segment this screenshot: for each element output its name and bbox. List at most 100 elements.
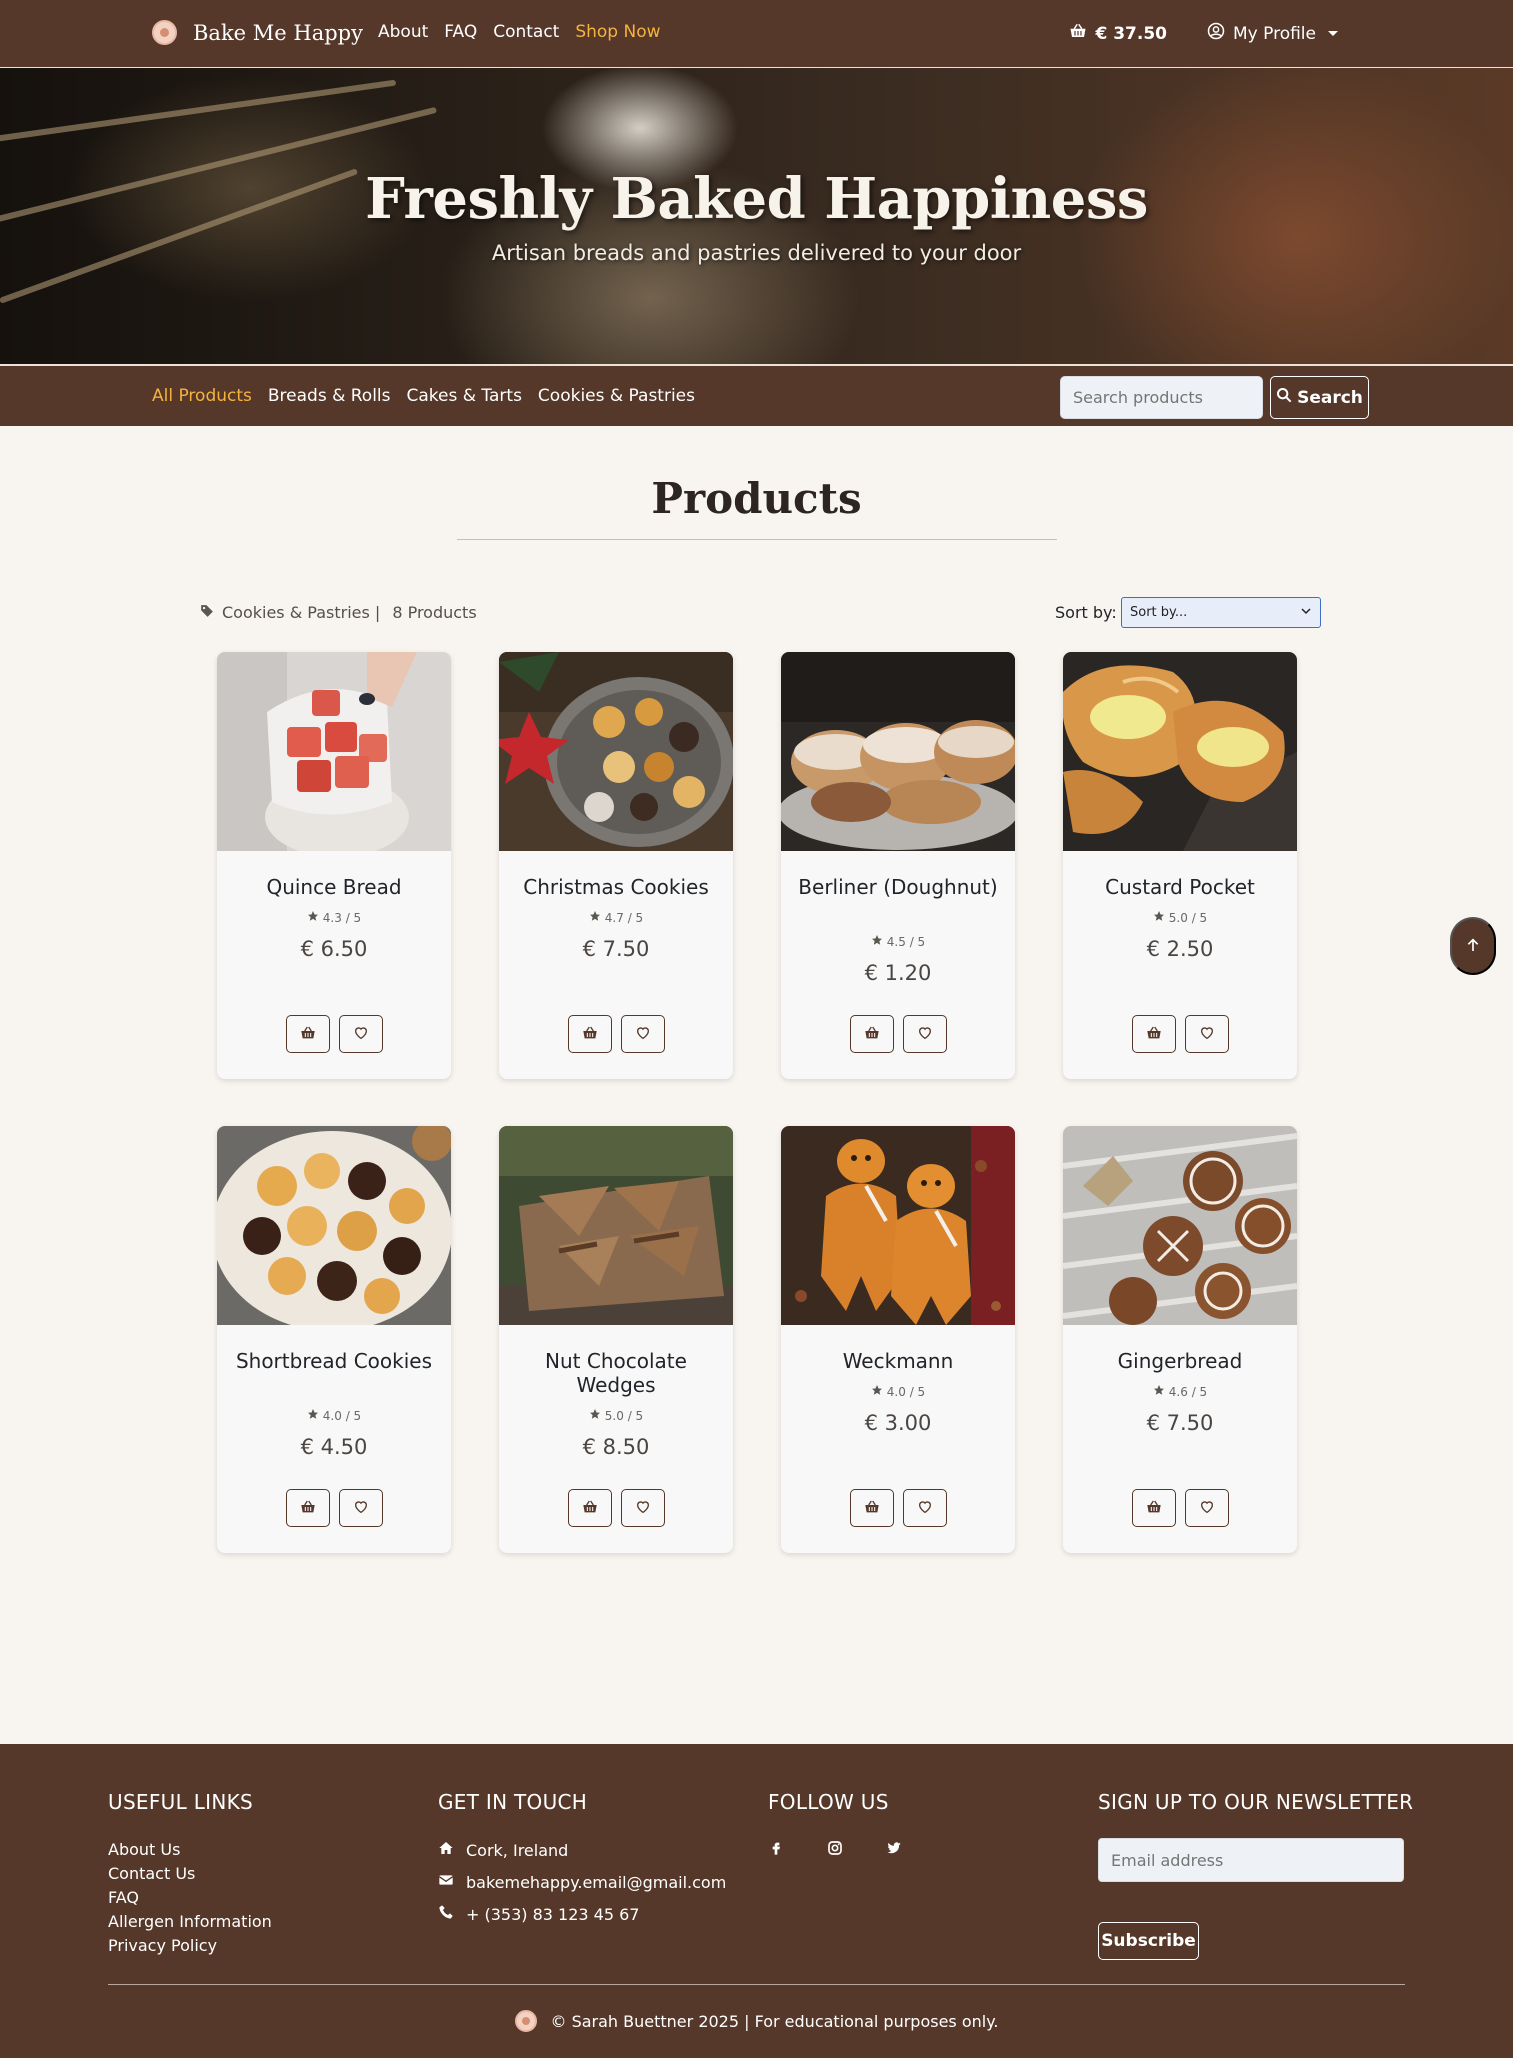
product-image-quince-bread[interactable] <box>217 652 451 851</box>
twitter-icon[interactable] <box>886 1840 902 1860</box>
chevron-down-icon <box>1328 31 1338 36</box>
search-button[interactable]: Search <box>1270 376 1369 419</box>
add-to-favorites-button[interactable] <box>902 1489 947 1527</box>
add-to-favorites-button[interactable] <box>1184 1489 1229 1527</box>
footer-heading: USEFUL LINKS <box>108 1790 254 1814</box>
product-image-christmas-cookies[interactable] <box>499 652 733 851</box>
add-to-favorites-button[interactable] <box>620 1015 665 1053</box>
add-to-basket-button[interactable] <box>849 1015 894 1053</box>
product-image-nut-chocolate-wedges[interactable] <box>499 1126 733 1325</box>
card-actions <box>1063 1015 1297 1053</box>
product-card[interactable]: Gingerbread 4.6 / 5 € 7.50 <box>1063 1126 1297 1553</box>
add-to-basket-button[interactable] <box>849 1489 894 1527</box>
rating-value: 4.0 / 5 <box>886 1384 926 1399</box>
rating-value: 4.0 / 5 <box>322 1408 362 1423</box>
heart-icon <box>1199 1025 1215 1044</box>
star-icon <box>307 1408 319 1423</box>
search-input[interactable] <box>1060 376 1263 419</box>
star-icon <box>307 910 319 925</box>
brand-name: Bake Me Happy <box>193 20 363 45</box>
facebook-icon[interactable] <box>768 1840 784 1860</box>
product-card[interactable]: Quince Bread 4.3 / 5 € 6.50 <box>217 652 451 1079</box>
add-to-favorites-button[interactable] <box>338 1015 383 1053</box>
top-navbar: Bake Me Happy About FAQ Contact Shop Now… <box>0 0 1513 68</box>
sort-select-value: Sort by... <box>1130 605 1188 620</box>
nav-link-shop-now[interactable]: Shop Now <box>575 22 660 42</box>
basket-icon <box>864 1499 880 1518</box>
category-all-products[interactable]: All Products <box>152 386 252 406</box>
home-icon <box>438 1840 454 1860</box>
card-actions <box>781 1489 1015 1527</box>
nav-link-about[interactable]: About <box>378 22 428 42</box>
copyright-text: © Sarah Buettner 2025 | For educational … <box>550 2011 999 2031</box>
product-image-berliner[interactable] <box>781 652 1015 851</box>
add-to-basket-button[interactable] <box>285 1015 330 1053</box>
product-image-gingerbread[interactable] <box>1063 1126 1297 1325</box>
subscribe-button[interactable]: Subscribe <box>1098 1922 1199 1960</box>
heart-icon <box>917 1499 933 1518</box>
add-to-basket-button[interactable] <box>1131 1489 1176 1527</box>
cart-button[interactable]: € 37.50 <box>1069 22 1167 45</box>
card-actions <box>1063 1489 1297 1527</box>
card-actions <box>217 1489 451 1527</box>
product-card[interactable]: Christmas Cookies 4.7 / 5 € 7.50 <box>499 652 733 1079</box>
add-to-favorites-button[interactable] <box>1184 1015 1229 1053</box>
newsletter-email-input[interactable] <box>1098 1838 1404 1882</box>
add-to-basket-button[interactable] <box>285 1489 330 1527</box>
product-price: € 6.50 <box>300 937 368 961</box>
add-to-basket-button[interactable] <box>1131 1015 1176 1053</box>
product-card[interactable]: Nut Chocolate Wedges 5.0 / 5 € 8.50 <box>499 1126 733 1553</box>
brand[interactable]: Bake Me Happy <box>152 20 363 45</box>
product-image-custard-pocket[interactable] <box>1063 652 1297 851</box>
contact-phone-text: + (353) 83 123 45 67 <box>466 1904 640 1924</box>
instagram-icon[interactable] <box>827 1840 843 1860</box>
product-card[interactable]: Shortbread Cookies 4.0 / 5 € 4.50 <box>217 1126 451 1553</box>
sort-select[interactable]: Sort by... <box>1121 597 1321 628</box>
product-name: Christmas Cookies <box>523 875 709 899</box>
add-to-basket-button[interactable] <box>567 1489 612 1527</box>
product-price: € 2.50 <box>1146 937 1214 961</box>
product-card[interactable]: Custard Pocket 5.0 / 5 € 2.50 <box>1063 652 1297 1079</box>
cart-total: € 37.50 <box>1095 23 1167 44</box>
product-price: € 4.50 <box>300 1435 368 1459</box>
add-to-favorites-button[interactable] <box>902 1015 947 1053</box>
footer-link-faq[interactable]: FAQ <box>108 1886 272 1910</box>
contact-phone[interactable]: + (353) 83 123 45 67 <box>438 1898 726 1930</box>
back-to-top-button[interactable] <box>1450 917 1496 975</box>
basket-icon <box>300 1025 316 1044</box>
add-to-favorites-button[interactable] <box>620 1489 665 1527</box>
search-button-label: Search <box>1297 387 1363 408</box>
product-rating: 5.0 / 5 <box>1063 910 1297 925</box>
product-name: Nut Chocolate Wedges <box>545 1349 687 1397</box>
footer-link-contact-us[interactable]: Contact Us <box>108 1862 272 1886</box>
card-actions <box>499 1015 733 1053</box>
category-cookies-pastries[interactable]: Cookies & Pastries <box>538 386 695 406</box>
product-card[interactable]: Berliner (Doughnut) 4.5 / 5 € 1.20 <box>781 652 1015 1079</box>
footer-heading: GET IN TOUCH <box>438 1790 588 1814</box>
contact-email[interactable]: bakemehappy.email@gmail.com <box>438 1866 726 1898</box>
profile-dropdown[interactable]: My Profile <box>1207 22 1338 45</box>
footer-link-allergen-information[interactable]: Allergen Information <box>108 1910 272 1934</box>
tag-icon <box>200 603 214 622</box>
product-image-shortbread-cookies[interactable] <box>217 1126 451 1325</box>
rating-value: 4.7 / 5 <box>604 910 644 925</box>
card-actions <box>781 1015 1015 1053</box>
product-price: € 1.20 <box>864 961 932 985</box>
nav-link-faq[interactable]: FAQ <box>444 22 477 42</box>
category-breads-rolls[interactable]: Breads & Rolls <box>268 386 391 406</box>
category-cakes-tarts[interactable]: Cakes & Tarts <box>407 386 522 406</box>
product-count: 8 Products <box>392 603 477 622</box>
footer-link-privacy-policy[interactable]: Privacy Policy <box>108 1934 272 1958</box>
add-to-favorites-button[interactable] <box>338 1489 383 1527</box>
hero-title: Freshly Baked Happiness <box>365 166 1148 232</box>
heart-icon <box>353 1025 369 1044</box>
nav-link-contact[interactable]: Contact <box>493 22 559 42</box>
add-to-basket-button[interactable] <box>567 1015 612 1053</box>
product-name: Gingerbread <box>1117 1349 1243 1373</box>
product-card[interactable]: Weckmann 4.0 / 5 € 3.00 <box>781 1126 1015 1553</box>
product-image-weckmann[interactable] <box>781 1126 1015 1325</box>
footer-link-about-us[interactable]: About Us <box>108 1838 272 1862</box>
basket-icon <box>300 1499 316 1518</box>
footer-follow: FOLLOW US <box>768 1790 902 1860</box>
product-name: Berliner (Doughnut) <box>798 875 998 899</box>
